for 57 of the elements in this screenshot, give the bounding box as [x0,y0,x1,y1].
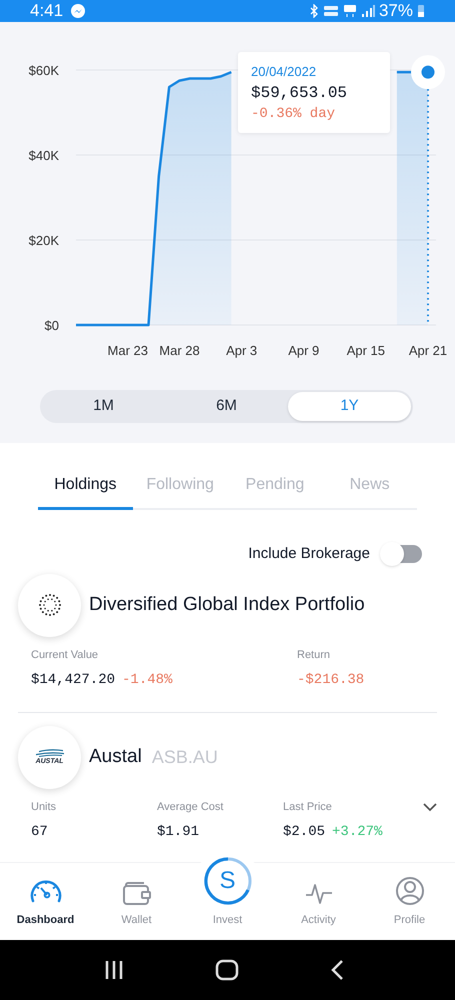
x-axis-label: Apr 21 [408,343,448,358]
holding-name: Diversified Global Index Portfolio [89,592,365,617]
bluetooth-icon [308,4,319,18]
nav-tab[interactable]: Activity [273,863,364,940]
ticker-symbol: ASB.AU [152,746,218,768]
holdings-tab[interactable]: News [322,473,417,510]
tooltip-change: -0.36% day [251,105,336,124]
y-axis-label: $20K [28,233,59,248]
y-axis-label: $0 [44,318,59,333]
chevron-down-icon[interactable] [423,802,437,812]
invest-ring-icon [202,856,252,906]
range-tab[interactable]: 1M [42,392,165,421]
stat-label: Return [297,648,332,662]
nav-tab[interactable]: Wallet [91,863,182,940]
x-axis-label: Apr 3 [226,343,258,358]
x-axis-label: Mar 23 [108,343,148,358]
stat-change: -1.48% [122,670,172,690]
toggle-label: Include Brokerage [248,544,370,564]
stat-value: $2.05 [283,822,326,842]
holding-name: Austal [89,744,142,769]
pulse-icon [304,882,332,906]
stat-value: $1.91 [157,822,200,842]
battery-icon [417,4,425,18]
y-axis-label: $40K [28,148,59,163]
stat-value: 67 [31,822,48,842]
holdings-tab[interactable]: Holdings [38,473,133,510]
messenger-icon [71,4,86,18]
holdings-tab[interactable]: Following [132,473,228,510]
signal-icon [360,4,375,18]
stat-label: Current Value [31,648,100,662]
toggle-switch[interactable] [382,545,422,564]
wallet-icon [122,882,152,906]
dotted-circle-icon [38,593,62,617]
stat-value: $14,427.20 [31,670,116,690]
battery-percent: 37% [378,0,413,22]
home-icon[interactable] [215,959,240,981]
holdings-tab[interactable]: Pending [228,473,322,510]
range-tab[interactable]: 6M [165,392,288,421]
stat-value: -$216.38 [297,670,364,690]
invest-logo-letter: S [220,866,236,894]
tooltip-date: 20/04/2022 [251,64,318,80]
stat-label: Units [31,800,58,814]
x-axis-label: Apr 15 [346,343,386,358]
nav-tab[interactable]: Dashboard [0,863,91,940]
y-axis-label: $60K [28,63,59,78]
x-axis-label: Apr 9 [288,343,320,358]
stat-change: +3.27% [332,822,382,842]
profile-icon [394,876,424,906]
wave-logo-icon [34,748,64,757]
data-point-marker[interactable] [411,55,445,90]
x-axis-label: Mar 28 [159,343,200,358]
stat-label: Average Cost [157,800,224,814]
stat-label: Last Price [283,800,333,814]
status-time: 4:41 [30,0,64,22]
nav-tab[interactable]: Profile [364,863,455,940]
tooltip-value: $59,653.05 [251,83,348,104]
range-tab[interactable]: 1Y [288,392,411,421]
